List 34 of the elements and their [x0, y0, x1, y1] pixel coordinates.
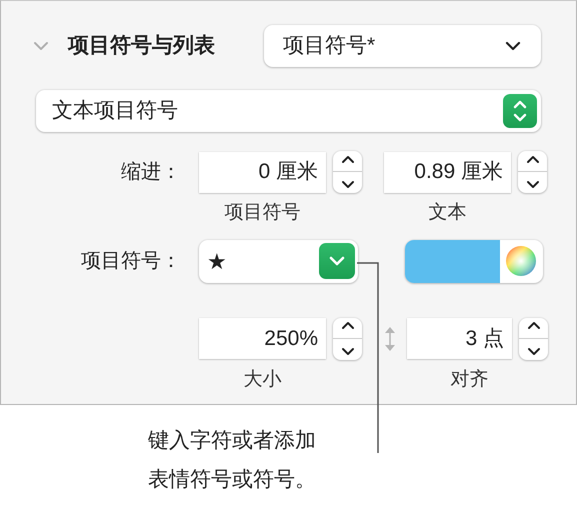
- callout-text: 键入字符或者添加 表情符号或符号。: [148, 428, 316, 493]
- indent-label: 缩进：: [120, 160, 181, 185]
- section-title: 项目符号与列表: [68, 33, 215, 60]
- chevron-down-icon[interactable]: [526, 180, 540, 190]
- chevron-down-icon[interactable]: [340, 346, 354, 356]
- color-well[interactable]: [405, 240, 543, 282]
- input-field[interactable]: 0.89 厘米: [384, 152, 511, 192]
- chevron-icon: [505, 41, 521, 51]
- chevron-down-icon[interactable]: [340, 180, 354, 190]
- style-dropdown[interactable]: 项目符号*: [264, 25, 541, 67]
- chevron-up-icon[interactable]: [526, 154, 540, 164]
- stepper[interactable]: [333, 151, 362, 193]
- stepper[interactable]: [518, 151, 547, 193]
- bullet-type-popup[interactable]: 文本项目符号: [36, 90, 541, 132]
- color-wheel-icon[interactable]: [505, 245, 537, 277]
- bullet-label: 项目符号：: [80, 249, 181, 274]
- vertical-arrows-icon: [384, 324, 396, 352]
- stepper[interactable]: [333, 318, 362, 360]
- chevron-up-icon[interactable]: [340, 154, 354, 164]
- chevron-down-icon[interactable]: [526, 346, 540, 356]
- color-swatch[interactable]: [405, 240, 500, 282]
- chevron-icon: [319, 243, 355, 279]
- field-caption: 文本: [428, 201, 468, 225]
- chevron-up-icon[interactable]: [340, 321, 354, 330]
- stepper-icon: [503, 94, 537, 128]
- field-caption: 项目符号: [224, 201, 302, 225]
- chevron-up-icon[interactable]: [526, 321, 540, 330]
- stepper[interactable]: [519, 318, 548, 360]
- field-caption: 对齐: [450, 368, 490, 392]
- input-field[interactable]: 0 厘米: [199, 152, 326, 192]
- bullet-popup[interactable]: ★: [199, 240, 358, 282]
- input-field[interactable]: 250%: [199, 318, 326, 359]
- field-caption: 大小: [242, 368, 282, 392]
- input-field[interactable]: 3 点: [407, 318, 512, 359]
